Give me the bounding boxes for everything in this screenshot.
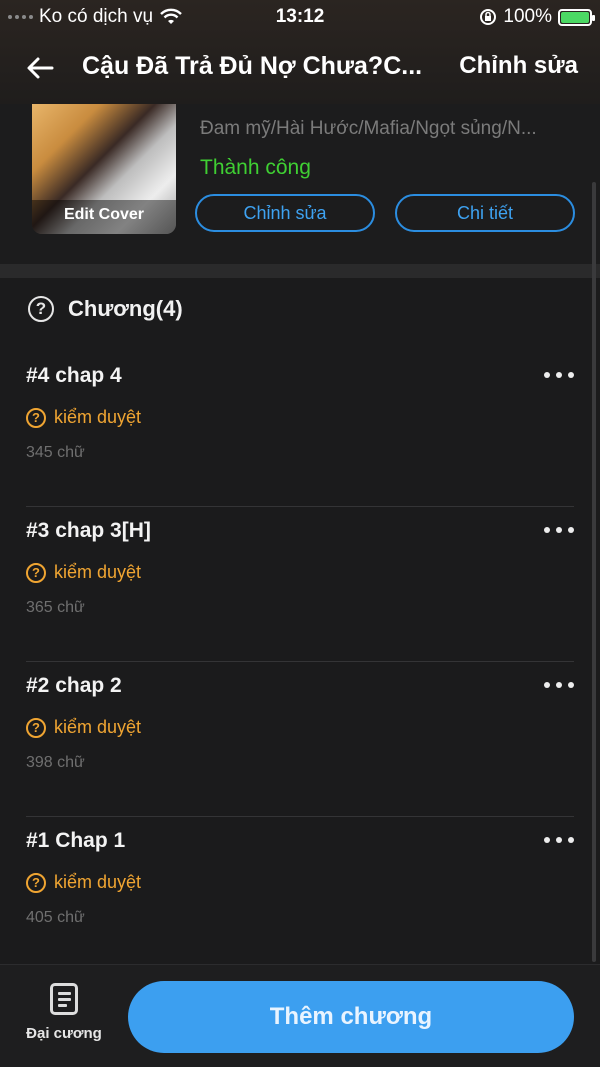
chapter-row[interactable]: #4 chap 4 ? kiểm duyệt 345 chữ xyxy=(0,352,600,507)
review-status: ? kiểm duyệt xyxy=(26,562,141,583)
review-label: kiểm duyệt xyxy=(54,407,142,427)
book-info: Edit Cover Đam mỹ/Hài Hước/Mafia/Ngọt sủ… xyxy=(0,104,600,264)
chapter-row[interactable]: #2 chap 2 ? kiểm duyệt 398 chữ xyxy=(0,662,600,817)
chapter-title: #4 chap 4 xyxy=(26,364,122,387)
app-header: Cậu Đã Trả Đủ Nợ Chưa?C... Chỉnh sửa xyxy=(0,40,600,96)
book-cover[interactable]: Edit Cover xyxy=(32,104,176,234)
chapter-title: #3 chap 3[H] xyxy=(26,519,151,542)
review-help-icon: ? xyxy=(26,717,46,738)
document-icon xyxy=(50,983,78,1015)
book-detail-button[interactable]: Chi tiết xyxy=(395,194,575,232)
more-options-icon[interactable] xyxy=(544,372,574,378)
status-right: 100% xyxy=(479,6,595,28)
chapter-title: #2 chap 2 xyxy=(26,674,122,697)
review-label: kiểm duyệt xyxy=(54,872,142,892)
back-arrow-icon[interactable] xyxy=(22,50,58,86)
review-help-icon: ? xyxy=(26,872,46,893)
chapter-title: #1 Chap 1 xyxy=(26,829,126,852)
more-options-icon[interactable] xyxy=(544,527,574,533)
top-bar: Ko có dịch vụ 13:12 100% Cậu Đã Trả Đủ N… xyxy=(0,0,600,104)
help-icon[interactable]: ? xyxy=(28,296,54,322)
section-divider xyxy=(0,264,600,278)
add-chapter-button[interactable]: Thêm chương xyxy=(128,981,574,1053)
word-count: 398 chữ xyxy=(26,754,85,771)
outline-button[interactable]: Đại cương xyxy=(20,983,108,1042)
outline-label: Đại cương xyxy=(26,1025,102,1042)
review-label: kiểm duyệt xyxy=(54,562,142,582)
orientation-lock-icon xyxy=(480,9,497,25)
edit-cover-button[interactable]: Edit Cover xyxy=(32,200,176,234)
chapter-row[interactable]: #1 Chap 1 ? kiểm duyệt 405 chữ xyxy=(0,817,600,972)
chapter-heading: ? Chương(4) xyxy=(28,296,183,322)
review-help-icon: ? xyxy=(26,407,46,428)
word-count: 345 chữ xyxy=(26,444,85,461)
edit-book-button[interactable]: Chỉnh sửa xyxy=(195,194,375,232)
review-status: ? kiểm duyệt xyxy=(26,407,141,428)
scrollbar[interactable] xyxy=(592,182,596,962)
more-options-icon[interactable] xyxy=(544,682,574,688)
chapter-count-label: Chương(4) xyxy=(68,296,183,321)
more-options-icon[interactable] xyxy=(544,837,574,843)
chapter-list: ? Chương(4) #4 chap 4 ? kiểm duyệt 345 c… xyxy=(0,278,600,964)
chapter-row[interactable]: #3 chap 3[H] ? kiểm duyệt 365 chữ xyxy=(0,507,600,662)
battery-icon xyxy=(558,8,595,26)
book-status: Thành công xyxy=(200,156,311,179)
review-help-icon: ? xyxy=(26,562,46,583)
review-label: kiểm duyệt xyxy=(54,717,142,737)
status-bar: Ko có dịch vụ 13:12 100% xyxy=(0,0,600,34)
battery-percent: 100% xyxy=(503,6,552,27)
page-title: Cậu Đã Trả Đủ Nợ Chưa?C... xyxy=(82,52,423,80)
header-edit-button[interactable]: Chỉnh sửa xyxy=(459,52,578,80)
word-count: 365 chữ xyxy=(26,599,85,616)
word-count: 405 chữ xyxy=(26,909,85,926)
review-status: ? kiểm duyệt xyxy=(26,872,141,893)
bottom-bar: Đại cương Thêm chương xyxy=(0,964,600,1067)
review-status: ? kiểm duyệt xyxy=(26,717,141,738)
book-genres: Đam mỹ/Hài Hước/Mafia/Ngọt sủng/N... xyxy=(200,118,537,139)
